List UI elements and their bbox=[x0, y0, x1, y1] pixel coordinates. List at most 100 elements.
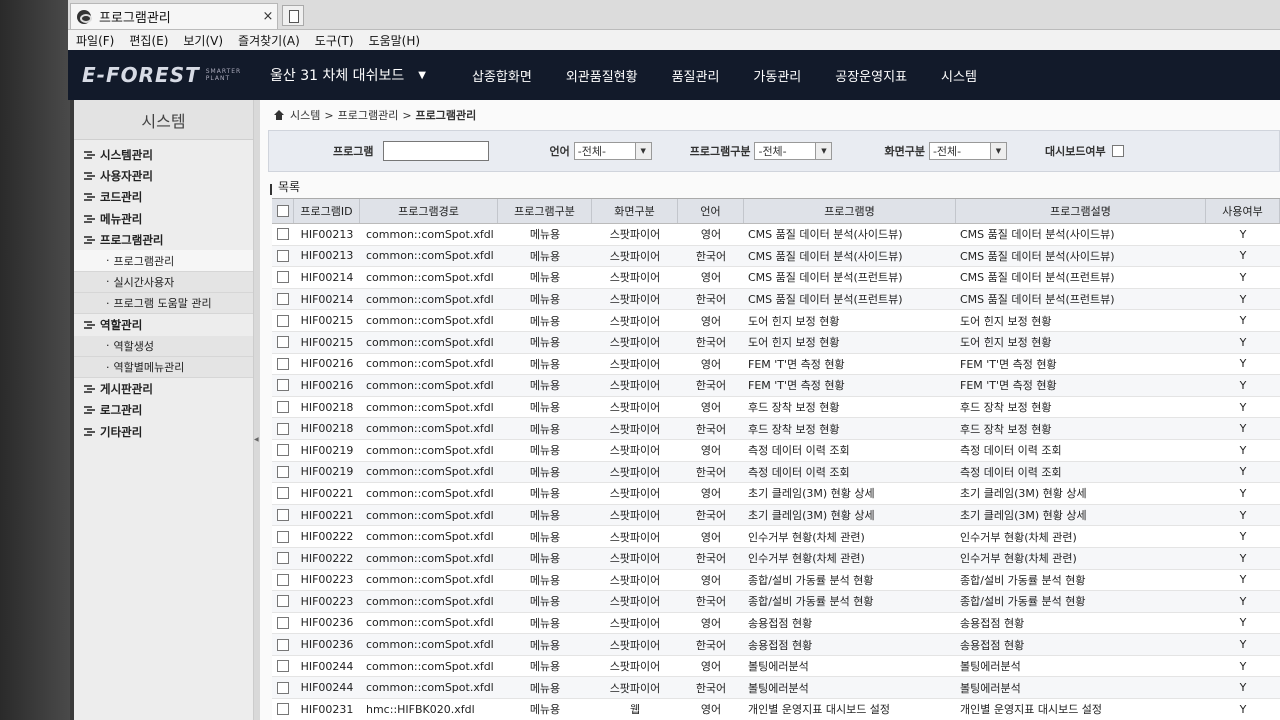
logo[interactable]: E-FOREST SMARTER PLANT bbox=[68, 50, 258, 100]
table-row[interactable]: HIF00222 common::comSpot.xfdl 메뉴용 스팟파이어 한국어 인… bbox=[272, 547, 1280, 570]
row-checkbox[interactable] bbox=[277, 530, 289, 543]
table-row[interactable]: HIF00244 common::comSpot.xfdl 메뉴용 스팟파이어 한국어 볼… bbox=[272, 677, 1280, 700]
row-checkbox[interactable] bbox=[277, 249, 289, 262]
table-row[interactable]: HIF00213 common::comSpot.xfdl 메뉴용 스팟파이어 영어 CM… bbox=[272, 224, 1280, 246]
table-row[interactable]: HIF00215 common::comSpot.xfdl 메뉴용 스팟파이어 영어 도어… bbox=[272, 310, 1280, 332]
dropdown-arrow-icon[interactable]: ▼ bbox=[989, 143, 1006, 159]
table-row[interactable]: HIF00218 common::comSpot.xfdl 메뉴용 스팟파이어 한국어 후… bbox=[272, 418, 1280, 440]
row-checkbox[interactable] bbox=[277, 616, 289, 629]
row-checkbox[interactable] bbox=[277, 357, 289, 370]
sidebar-subitem[interactable]: 프로그램관리 bbox=[74, 250, 253, 272]
row-checkbox[interactable] bbox=[277, 379, 289, 392]
table-row[interactable]: HIF00236 common::comSpot.xfdl 메뉴용 스팟파이어 한국어 송… bbox=[272, 634, 1280, 656]
table-row[interactable]: HIF00216 common::comSpot.xfdl 메뉴용 스팟파이어 한국어 F… bbox=[272, 375, 1280, 397]
column-header[interactable]: 프로그램경로 bbox=[360, 199, 498, 223]
table-row[interactable]: HIF00223 common::comSpot.xfdl 메뉴용 스팟파이어 영어 종합… bbox=[272, 569, 1280, 592]
row-checkbox[interactable] bbox=[277, 509, 289, 522]
sidebar-item[interactable]: 사용자관리 bbox=[74, 165, 253, 186]
table-row[interactable]: HIF00216 common::comSpot.xfdl 메뉴용 스팟파이어 영어 FE… bbox=[272, 353, 1280, 376]
dropdown-arrow-icon[interactable]: ▼ bbox=[815, 143, 832, 159]
sidebar-item[interactable]: 프로그램관리 bbox=[74, 229, 253, 250]
cell-program-id: HIF00219 bbox=[300, 443, 354, 457]
table-row[interactable]: HIF00213 common::comSpot.xfdl 메뉴용 스팟파이어 한국어 C… bbox=[272, 245, 1280, 268]
language-select[interactable]: -전체- ▼ bbox=[573, 142, 652, 160]
table-row[interactable]: HIF00219 common::comSpot.xfdl 메뉴용 스팟파이어 영어 측정… bbox=[272, 439, 1280, 462]
row-checkbox[interactable] bbox=[277, 401, 289, 414]
sidebar-item[interactable]: 역할관리 bbox=[74, 314, 253, 335]
sidebar-subitem[interactable]: 실시간사용자 bbox=[74, 271, 253, 294]
sidebar-subitem[interactable]: 역할생성 bbox=[74, 335, 253, 357]
screen-type-select[interactable]: -전체- ▼ bbox=[928, 142, 1007, 160]
row-checkbox[interactable] bbox=[277, 703, 289, 716]
sidebar-item[interactable]: 기타관리 bbox=[74, 421, 253, 442]
table-row[interactable]: HIF00221 common::comSpot.xfdl 메뉴용 스팟파이어 한국어 초… bbox=[272, 504, 1280, 527]
cell-language: 한국어 bbox=[695, 509, 727, 523]
table-row[interactable]: HIF00214 common::comSpot.xfdl 메뉴용 스팟파이어 영어 CM… bbox=[272, 267, 1280, 289]
sidebar-item[interactable]: 로그관리 bbox=[74, 400, 253, 421]
nav-item[interactable]: 시스템 bbox=[941, 66, 977, 85]
sidebar-item[interactable]: 코드관리 bbox=[74, 187, 253, 208]
sidebar-item[interactable]: 게시판관리 bbox=[74, 378, 253, 399]
menu-tools[interactable]: 도구(T) bbox=[315, 32, 354, 49]
nav-item[interactable]: 가동관리 bbox=[753, 66, 801, 85]
sidebar-item[interactable]: 시스템관리 bbox=[74, 144, 253, 165]
table-row[interactable]: HIF00236 common::comSpot.xfdl 메뉴용 스팟파이어 영어 송용… bbox=[272, 612, 1280, 635]
row-checkbox[interactable] bbox=[277, 228, 289, 241]
table-row[interactable]: HIF00214 common::comSpot.xfdl 메뉴용 스팟파이어 한국어 C… bbox=[272, 288, 1280, 311]
row-checkbox[interactable] bbox=[277, 487, 289, 500]
table-row[interactable]: HIF00221 common::comSpot.xfdl 메뉴용 스팟파이어 영어 초기… bbox=[272, 483, 1280, 505]
sidebar-subitem[interactable]: 프로그램 도움말 관리 bbox=[74, 293, 253, 315]
browser-tab[interactable]: 프로그램관리 × bbox=[70, 3, 278, 29]
column-header[interactable]: 프로그램설명 bbox=[956, 199, 1206, 223]
table-row[interactable]: HIF00222 common::comSpot.xfdl 메뉴용 스팟파이어 영어 인수… bbox=[272, 526, 1280, 548]
menu-help[interactable]: 도움말(H) bbox=[369, 32, 421, 49]
table-row[interactable]: HIF00223 common::comSpot.xfdl 메뉴용 스팟파이어 한국어 종… bbox=[272, 591, 1280, 613]
row-checkbox[interactable] bbox=[277, 271, 289, 284]
row-checkbox[interactable] bbox=[277, 638, 289, 651]
row-checkbox[interactable] bbox=[277, 314, 289, 327]
program-type-select[interactable]: -전체- ▼ bbox=[754, 142, 833, 160]
menu-edit[interactable]: 편집(E) bbox=[129, 32, 168, 49]
table-row[interactable]: HIF00218 common::comSpot.xfdl 메뉴용 스팟파이어 영어 후드… bbox=[272, 396, 1280, 419]
column-header[interactable]: 프로그램구분 bbox=[498, 199, 592, 223]
nav-item[interactable]: 삽종합화면 bbox=[472, 66, 532, 85]
row-checkbox[interactable] bbox=[277, 660, 289, 673]
cell-program-name: 측정 데이터 이력 조회 bbox=[748, 444, 850, 458]
row-checkbox[interactable] bbox=[277, 293, 289, 306]
table-row[interactable]: HIF00219 common::comSpot.xfdl 메뉴용 스팟파이어 한국어 측… bbox=[272, 461, 1280, 484]
dashboard-selector[interactable]: 울산 31 차체 대쉬보드 ▼ bbox=[270, 65, 450, 85]
breadcrumb-item[interactable]: 시스템 bbox=[290, 107, 320, 123]
new-tab-icon[interactable] bbox=[282, 5, 304, 26]
program-input[interactable] bbox=[383, 141, 490, 161]
column-header[interactable]: 화면구분 bbox=[592, 199, 678, 223]
nav-item[interactable]: 공장운영지표 bbox=[835, 66, 907, 85]
table-row[interactable]: HIF00215 common::comSpot.xfdl 메뉴용 스팟파이어 한국어 도… bbox=[272, 331, 1280, 354]
row-checkbox[interactable] bbox=[277, 552, 289, 565]
nav-item[interactable]: 외관품질현황 bbox=[566, 66, 638, 85]
close-icon[interactable]: × bbox=[259, 9, 277, 24]
menu-view[interactable]: 보기(V) bbox=[183, 32, 223, 49]
menu-file[interactable]: 파일(F) bbox=[76, 32, 114, 49]
select-all-checkbox[interactable] bbox=[276, 205, 289, 217]
breadcrumb-item[interactable]: 프로그램관리 bbox=[338, 107, 399, 123]
sidebar-item[interactable]: 메뉴관리 bbox=[74, 208, 253, 229]
home-icon[interactable] bbox=[274, 110, 284, 120]
row-checkbox[interactable] bbox=[277, 681, 289, 694]
row-checkbox[interactable] bbox=[277, 465, 289, 478]
sidebar-subitem[interactable]: 역할별메뉴관리 bbox=[74, 356, 253, 379]
row-checkbox[interactable] bbox=[277, 422, 289, 435]
table-row[interactable]: HIF00244 common::comSpot.xfdl 메뉴용 스팟파이어 영어 볼팅… bbox=[272, 655, 1280, 678]
menu-favorites[interactable]: 즐겨찾기(A) bbox=[238, 32, 300, 49]
column-header[interactable]: 언어 bbox=[678, 199, 744, 223]
row-checkbox[interactable] bbox=[277, 573, 289, 586]
dashboard-checkbox[interactable] bbox=[1111, 145, 1124, 157]
nav-item[interactable]: 품질관리 bbox=[672, 66, 720, 85]
row-checkbox[interactable] bbox=[277, 595, 289, 608]
table-row[interactable]: HIF00231 hmc::HIFBK020.xfdl 메뉴용 웹 영어 개인별 운영지표… bbox=[272, 699, 1280, 720]
dropdown-arrow-icon[interactable]: ▼ bbox=[634, 143, 651, 159]
column-header[interactable]: 사용여부 bbox=[1206, 199, 1280, 223]
column-header[interactable]: 프로그램명 bbox=[744, 199, 956, 223]
row-checkbox[interactable] bbox=[277, 444, 289, 457]
row-checkbox[interactable] bbox=[277, 336, 289, 349]
column-header[interactable]: 프로그램ID bbox=[294, 199, 360, 223]
